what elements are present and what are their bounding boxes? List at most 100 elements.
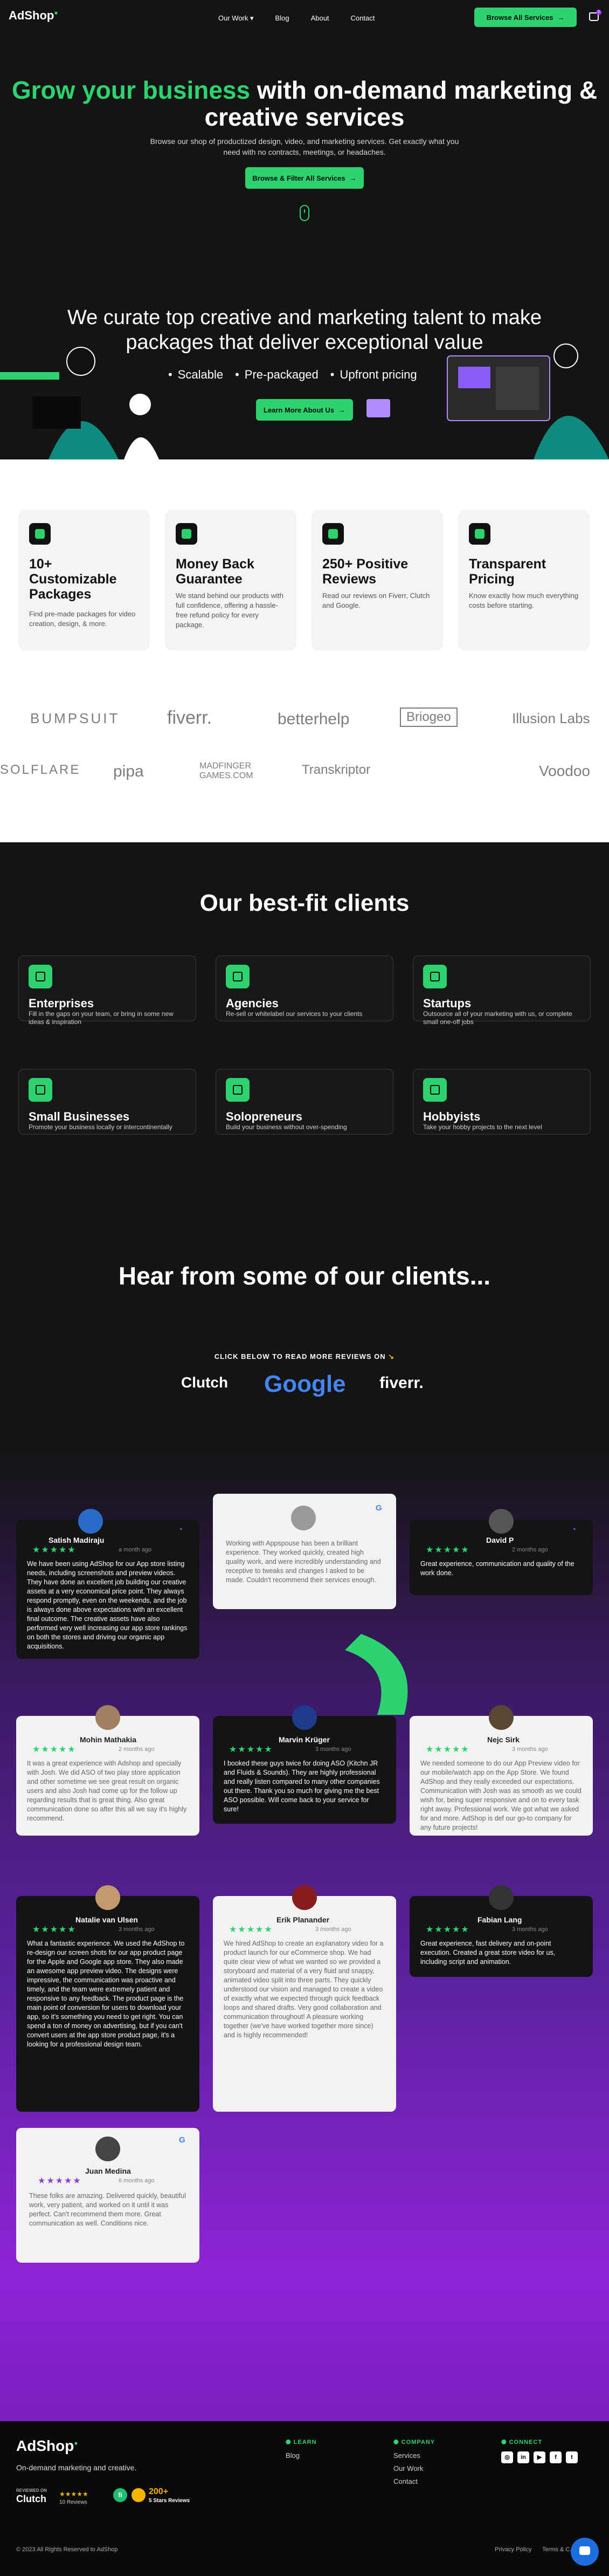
feature-title: 10+ Customizable Packages (29, 557, 117, 602)
rating-stars: ★★★★★ (32, 1745, 77, 1754)
clutch-label: REVIEWED ON (16, 2488, 47, 2493)
footer-link-services[interactable]: Services (393, 2451, 420, 2460)
footer-link-contact[interactable]: Contact (393, 2477, 418, 2485)
youtube-icon[interactable]: ▶ (534, 2451, 545, 2463)
feature-card: 10+ Customizable Packages Find pre-made … (18, 510, 150, 650)
learn-heading: ⬣ LEARN (286, 2439, 317, 2446)
clutch-link[interactable]: Clutch (181, 1374, 228, 1391)
linkedin-icon[interactable]: in (517, 2451, 529, 2463)
cart-count-badge: 0 (596, 10, 601, 15)
client-card: Enterprises Fill in the gaps on your tea… (18, 956, 196, 1026)
footer-tagline: On-demand marketing and creative. (16, 2463, 137, 2472)
footer-link-blog[interactable]: Blog (286, 2451, 300, 2460)
review-text: Great experience, fast delivery and on-p… (420, 1940, 556, 1966)
rating-stars: ★★★★★ (426, 1745, 470, 1754)
review-text: Working with Appspouse has been a brilli… (226, 1540, 381, 1584)
clutch-icon: ◔ (178, 1525, 183, 1534)
review-card[interactable]: Erik Planander ★★★★★ 3 months ago We hir… (213, 1885, 396, 2112)
feature-card: Money Back Guarantee We stand behind our… (165, 510, 296, 650)
instagram-icon[interactable]: ◎ (501, 2451, 513, 2463)
review-card[interactable]: Natalie van Ulsen ★★★★★ 3 months ago Wha… (16, 1885, 199, 2112)
footer-logo[interactable]: AdShop● (16, 2437, 78, 2455)
client-card: Agencies Re-sell or whitelabel our servi… (216, 956, 393, 1021)
reviewer-name: Natalie van Ulsen (75, 1915, 138, 1924)
review-card[interactable]: Fabian Lang ★★★★★ 3 months ago Great exp… (410, 1885, 593, 1977)
fiverr-link[interactable]: fiverr. (379, 1374, 424, 1392)
globe-icon (423, 1078, 447, 1102)
client-logo: Transkriptor (302, 763, 371, 777)
review-date: a month ago (119, 1547, 152, 1553)
review-card[interactable]: ◔ David P ★★★★★ 2 months ago Great exper… (410, 1509, 593, 1595)
review-card[interactable]: G Working with Appspouse has been a bril… (213, 1494, 396, 1609)
illus-panel-2 (496, 367, 539, 410)
nav-blog[interactable]: Blog (275, 14, 289, 23)
illus-body-2 (124, 437, 159, 459)
shield-icon (176, 523, 197, 545)
review-card[interactable]: Mohin Mathakia ★★★★★ 2 months ago It was… (16, 1705, 199, 1836)
client-text: Build your business without over-spendin… (226, 1123, 347, 1131)
reviewer-name: Juan Medina (85, 2167, 131, 2175)
google-link[interactable]: Google (264, 1371, 346, 1398)
store-icon (29, 1078, 52, 1102)
clutch-stars: ★★★★★ (59, 2490, 88, 2498)
review-date: 3 months ago (512, 1926, 548, 1933)
browse-services-button[interactable]: Browse All Services → (474, 8, 577, 27)
reviewer-name: Fabian Lang (477, 1915, 522, 1924)
google-icon: G (179, 2135, 185, 2145)
arrow-right-icon: → (557, 13, 565, 22)
client-text: Take your hobby projects to the next lev… (423, 1123, 542, 1131)
client-title: Small Businesses (29, 1110, 130, 1123)
footer: AdShop● On-demand marketing and creative… (0, 2421, 609, 2576)
feature-text: Know exactly how much everything costs b… (469, 592, 579, 609)
features-section: 10+ Customizable Packages Find pre-made … (0, 459, 609, 842)
curate-bullets: Scalable Pre-packaged Upfront pricing (168, 368, 417, 382)
clutch-icon: ◔ (571, 1525, 577, 1534)
client-card: Startups Outsource all of your marketing… (413, 956, 591, 1026)
fiverr-text: 5 Stars Reviews (149, 2498, 190, 2504)
decorative-swoosh (345, 1634, 408, 1715)
illus-card-shape (366, 399, 390, 417)
review-card[interactable]: G Juan Medina ★★★★★ 6 months ago These f… (16, 2128, 199, 2263)
learn-more-button[interactable]: Learn More About Us → (256, 399, 353, 421)
illus-head-3 (553, 344, 578, 368)
reviewer-name: Marvin Krüger (279, 1735, 330, 1744)
illus-head-2 (129, 394, 151, 415)
privacy-link[interactable]: Privacy Policy (495, 2546, 531, 2553)
chat-widget-icon[interactable] (571, 2538, 599, 2566)
reviews-title: Hear from some of our clients... (118, 1262, 491, 1290)
client-title: Startups (423, 997, 472, 1010)
nav-about[interactable]: About (311, 14, 329, 23)
left-illustration (0, 347, 159, 459)
logo[interactable]: AdShop● (9, 9, 58, 23)
feature-title: Money Back Guarantee (176, 557, 254, 587)
client-title: Hobbyists (423, 1110, 481, 1123)
reviewer-name: David P (486, 1536, 514, 1544)
nav-links: Our Work ▾ Blog About Contact (218, 14, 375, 23)
company-heading: ⬣ COMPANY (393, 2439, 435, 2446)
client-title: Agencies (226, 997, 279, 1010)
clients-title: Our best-fit clients (199, 890, 410, 916)
terms-link[interactable]: Terms & C... (542, 2546, 575, 2553)
reviewer-name: Mohin Mathakia (80, 1735, 137, 1744)
avatar (291, 1506, 316, 1530)
review-date: 2 months ago (512, 1547, 548, 1553)
client-text: Fill in the gaps on your team, or bring … (29, 1010, 174, 1026)
review-card[interactable]: ◔ Satish Madiraju ★★★★★ a month ago We h… (16, 1509, 199, 1659)
nav-contact[interactable]: Contact (351, 14, 375, 23)
illus-body-3 (534, 416, 609, 459)
client-card: Solopreneurs Build your business without… (216, 1069, 393, 1135)
bullet-item: Upfront pricing (330, 368, 417, 382)
fiverr-icon: fi (113, 2488, 127, 2502)
facebook-icon[interactable]: f (550, 2451, 562, 2463)
footer-link-our-work[interactable]: Our Work (393, 2464, 423, 2472)
nav-our-work[interactable]: Our Work ▾ (218, 14, 254, 23)
clutch-badge[interactable]: Clutch (16, 2493, 46, 2505)
browse-filter-button[interactable]: Browse & Filter All Services → (245, 167, 364, 189)
review-card[interactable]: Nejc Sirk ★★★★★ 3 months ago We needed s… (410, 1705, 593, 1836)
review-text: It was a great experience with Adshop an… (27, 1760, 187, 1822)
twitter-icon[interactable]: t (566, 2451, 578, 2463)
review-card[interactable]: Marvin Krüger ★★★★★ 3 months ago I booke… (213, 1705, 396, 1824)
avatar (489, 1509, 514, 1534)
client-title: Enterprises (29, 997, 94, 1010)
client-logo: Briogeo (400, 707, 458, 727)
